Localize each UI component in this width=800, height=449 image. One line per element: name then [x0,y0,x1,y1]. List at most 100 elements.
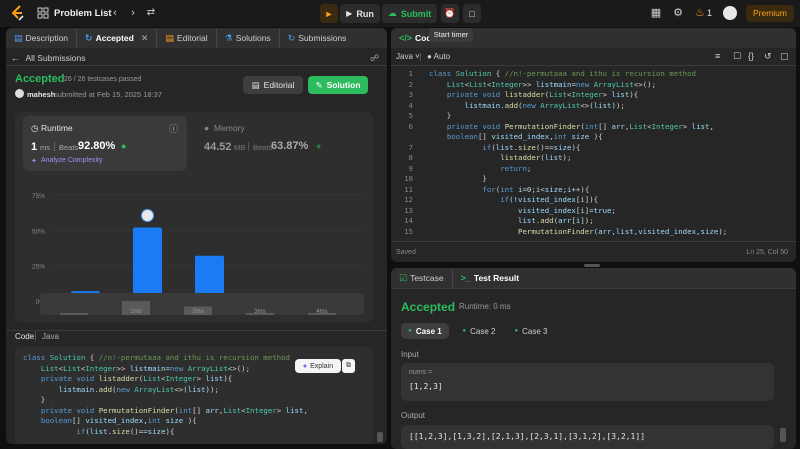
scrollbar[interactable] [780,428,786,442]
note-icon: □ [469,8,475,19]
tab-test-result[interactable]: >_ Test Result [453,268,527,288]
input-box[interactable]: nums = [1,2,3] [401,363,774,401]
input-value: [1,2,3] [409,382,443,391]
arrow-left-icon: ← [11,53,20,63]
fullscreen-icon[interactable]: ▢ [780,51,789,62]
problem-list-icon[interactable] [37,7,49,19]
user-position-avatar [141,209,154,223]
tab-submissions[interactable]: ↻ Submissions [280,28,355,48]
document-icon: ▤ [14,32,23,43]
code-line: private void listadder(List<Integer> lis… [40,374,233,383]
sparkle-icon: ● [302,362,308,370]
streak-count: 1 [707,8,713,18]
reset-icon[interactable]: ↺ [764,51,772,62]
output-value: [[1,2,3],[1,3,2],[2,1,3],[2,3,1],[3,1,2]… [409,432,646,441]
close-icon[interactable]: ✕ [141,33,149,43]
case-2-tab[interactable]: ● Case 2 [455,323,503,339]
streak-fire-icon[interactable]: ♨ [694,7,706,19]
bookmark-icon[interactable]: ☐ [733,51,741,62]
dot-icon: ● [462,328,467,334]
analyze-complexity-link[interactable]: Analyze Complexity [41,157,102,164]
chart-bar[interactable] [133,227,162,301]
tab-solutions[interactable]: ⚗ Solutions [217,28,280,48]
premium-button[interactable]: Premium [746,5,794,22]
memory-chip-icon: ● [204,123,210,133]
run-button[interactable]: ▶ Run [340,4,380,23]
panel-resize-handle[interactable] [584,264,600,267]
next-problem-icon[interactable]: › [127,7,139,19]
tab-editorial[interactable]: ▤ Editorial [157,28,217,48]
submitter-name[interactable]: mahesh [27,90,55,99]
shuffle-icon[interactable]: ⇄ [145,7,157,19]
overview-label: 4ms [316,309,327,315]
saved-status: Saved [396,249,416,256]
editor-line: 11 for(int i=0;i<size;i++){ [404,184,590,194]
dot-icon: ● [514,328,519,334]
case-1-tab[interactable]: ● Case 1 [401,323,449,339]
solution-button[interactable]: ✎ Solution [308,76,368,94]
test-runtime: Runtime: 0 ms [459,302,511,311]
tab-testcase[interactable]: ☑ Testcase [391,268,453,288]
editor-line: 12 if(!visited_index[i]){ [404,195,599,204]
terminal-icon: >_ [460,272,471,283]
cursor-position: Ln 25, Col 50 [746,249,788,256]
notes-button[interactable]: □ [463,4,481,23]
user-avatar-small [15,89,24,98]
code-section-label: Code [15,332,35,341]
sparkle-icon: ✦ [31,158,37,165]
leetcode-badge-icon: ● [316,141,322,151]
dot-icon: ● [408,328,412,334]
case-3-tab[interactable]: ● Case 3 [507,323,555,339]
editor-line: 4 listmain.add(new ArrayList<>(list)); [408,100,625,110]
leetcode-logo-icon[interactable] [10,5,26,21]
editor-line: 14 list.add(arr[i]); [404,216,594,225]
runtime-card[interactable]: ◷ Runtime ⓘ 1 ms Beats 92.80% ● ✦ Analyz… [23,116,187,171]
debug-button[interactable]: ► [320,4,338,23]
user-avatar[interactable] [723,6,737,20]
testcases-passed: 26 / 26 testcases passed [64,76,142,83]
left-panel: ▤ Description ↻ Accepted ✕ ▤ Editorial ⚗ Solu… [6,28,387,444]
scrollbar[interactable] [377,432,383,442]
input-var-name: nums = [409,369,433,376]
flask-icon: ⚗ [224,32,233,43]
all-submissions-link[interactable]: ← All Submissions [11,53,86,63]
code-line: listmain.add(new ArrayList<>(list)); [58,384,219,394]
lock-icon: ● [427,52,432,61]
y-tick-label: 50% [32,228,45,235]
editor-line: 9 return; [408,163,532,173]
language-select[interactable]: Java ˅ [396,52,420,61]
code-editor-panel: </> Code Java ˅ ● Auto ≡ ☐ {} ↺ ▢ 1 class … [391,28,796,262]
output-box[interactable]: [[1,2,3],[1,3,2],[2,1,3],[2,3,1],[3,1,2]… [401,425,774,449]
explain-button[interactable]: ● Explain [295,359,341,373]
editor-line: 3 private void listadder(List<Integer> l… [408,90,639,99]
timer-button[interactable]: ⏰ [441,4,459,23]
checkbox-icon: ☑ [399,272,408,283]
format-icon[interactable]: ≡ [715,51,720,61]
layout-grid-icon[interactable]: ▦ [650,7,662,19]
overview-label: 2ms [192,309,203,315]
link-icon[interactable]: ☍ [370,53,379,64]
memory-card[interactable]: ● Memory 44.52 MB Beats 63.87% ● [196,116,366,171]
editor-line: 6 private void PermutationFinder(int[] a… [408,121,714,131]
editor-code-area[interactable]: 1 class Solution { //n!-permutaaa and ith… [391,69,791,237]
prev-problem-icon[interactable]: ‹ [109,7,121,19]
editor-line: 8 listadder(list); [408,153,572,162]
tab-description[interactable]: ▤ Description [6,28,78,48]
divider [6,65,387,66]
chart-overview-strip[interactable]: 1ms 2ms 3ms 4ms [40,293,364,315]
braces-icon[interactable]: {} [748,51,754,61]
output-label: Output [401,411,426,420]
submit-button[interactable]: ☁ Submit [382,4,437,23]
tab-accepted[interactable]: ↻ Accepted ✕ [77,28,158,48]
auto-mode-toggle[interactable]: ● Auto [427,52,450,61]
settings-gear-icon[interactable]: ⚙ [672,7,684,19]
editorial-button[interactable]: ▤ Editorial [243,76,303,94]
runtime-beats: 92.80% [78,140,116,152]
overview-label: 3ms [254,309,265,315]
problem-list-link[interactable]: Problem List [54,8,112,19]
editor-line: 13 visited_index[i]=true; [404,205,616,215]
editor-line: 2 List<List<Integer>> listmain=new Array… [408,79,657,89]
info-icon[interactable]: ⓘ [169,122,178,135]
editor-line: 5 } [408,111,452,120]
copy-icon[interactable]: ⧉ [342,359,355,373]
